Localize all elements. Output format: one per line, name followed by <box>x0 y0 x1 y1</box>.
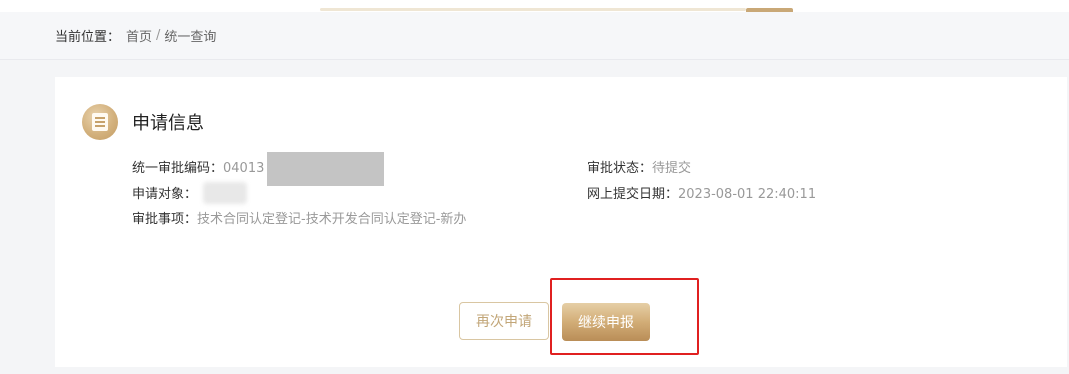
reapply-button[interactable]: 再次申请 <box>459 302 549 340</box>
document-list-icon <box>82 104 118 140</box>
approval-matter-value: 技术合同认定登记-技术开发合同认定登记-新办 <box>197 212 467 227</box>
breadcrumb-current: 统一查询 <box>164 30 217 45</box>
approval-status-label: 审批状态： <box>587 161 653 176</box>
top-search-bar-edge <box>320 8 746 11</box>
section-title: 申请信息 <box>132 113 204 134</box>
submit-date-label: 网上提交日期： <box>587 187 679 202</box>
field-submit-date: 网上提交日期：2023-08-01 22:40:11 <box>587 186 816 204</box>
breadcrumb-separator: / <box>156 28 161 43</box>
approval-code-label: 统一审批编码： <box>132 161 224 176</box>
breadcrumb-label: 当前位置： <box>55 30 121 45</box>
redacted-applicant-blur <box>203 182 247 204</box>
applicant-label: 申请对象： <box>132 187 198 202</box>
field-applicant: 申请对象： <box>132 186 197 204</box>
highlight-annotation-box <box>550 278 699 355</box>
approval-status-value: 待提交 <box>652 161 692 176</box>
redacted-code-block <box>267 152 384 186</box>
field-approval-matter: 审批事项：技术合同认定登记-技术开发合同认定登记-新办 <box>132 211 466 229</box>
submit-date-value: 2023-08-01 22:40:11 <box>678 187 817 202</box>
breadcrumb-home-link[interactable]: 首页 <box>126 26 152 45</box>
field-approval-code: 统一审批编码：04013 <box>132 160 264 178</box>
breadcrumb: 当前位置： 首页 / 统一查询 <box>0 12 1069 60</box>
section-header: 申请信息 <box>82 104 204 140</box>
approval-matter-label: 审批事项： <box>132 212 198 227</box>
field-approval-status: 审批状态：待提交 <box>587 160 691 178</box>
approval-code-value: 04013 <box>223 161 265 176</box>
